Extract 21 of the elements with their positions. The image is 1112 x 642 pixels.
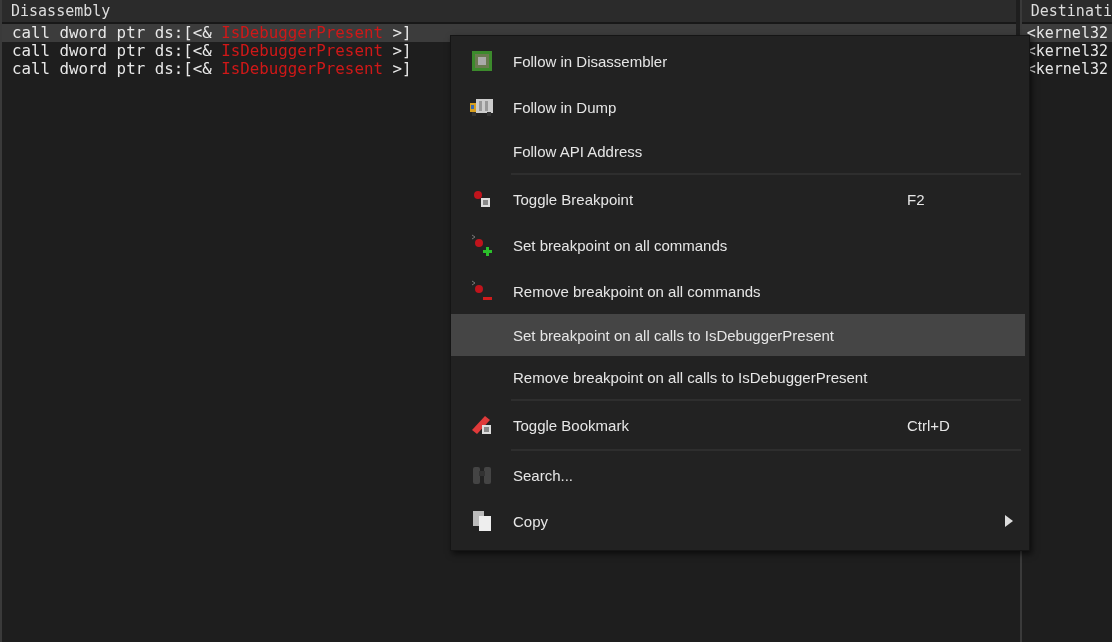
truck-icon xyxy=(470,97,494,117)
column-header[interactable]: Disassembly xyxy=(2,0,1016,24)
destination-row[interactable]: <kernel32 xyxy=(1021,24,1112,42)
column-header[interactable]: Destinati xyxy=(1021,0,1112,24)
breakpoint-icon xyxy=(473,190,491,208)
menu-item[interactable]: Follow API Address xyxy=(451,130,1025,172)
menu-item[interactable]: Toggle Bookmark Ctrl+D xyxy=(451,402,1025,448)
menu-item[interactable]: Search... xyxy=(451,452,1025,498)
chip-icon xyxy=(471,50,493,72)
menu-item[interactable]: Copy xyxy=(451,498,1025,544)
copy-icon xyxy=(472,510,492,532)
menu-item[interactable]: Remove breakpoint on all calls to IsDebuggerPresent xyxy=(451,356,1025,398)
menu-item[interactable]: Follow in Dump xyxy=(451,84,1025,130)
menu-item[interactable]: Remove breakpoint on all commands xyxy=(451,268,1025,314)
menu-item[interactable]: Set breakpoint on all commands xyxy=(451,222,1025,268)
menu-item[interactable]: Set breakpoint on all calls to IsDebuggerPresent xyxy=(451,314,1025,356)
menu-item[interactable]: Toggle Breakpoint F2 xyxy=(451,176,1025,222)
binoculars-icon xyxy=(472,465,492,485)
bookmark-icon xyxy=(471,414,493,436)
breakpoint-add-icon xyxy=(471,234,493,256)
breakpoint-remove-icon xyxy=(471,280,493,302)
